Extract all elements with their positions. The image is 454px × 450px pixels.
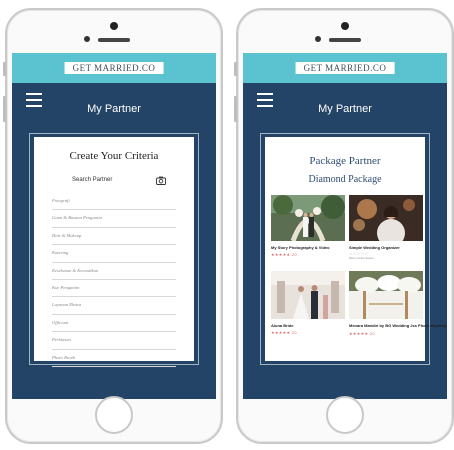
partner-rating: ★★★★★ 20	[271, 330, 297, 335]
criteria-item-layanan-ekstra[interactable]: Layanan Ekstra	[52, 297, 176, 315]
brand-bar: GET MARRIED.CO	[12, 53, 216, 83]
phone-screen-criteria: GET MARRIED.CO My Partner Create Your Cr…	[12, 53, 216, 399]
package-title: Package Partner	[309, 155, 381, 167]
criteria-title: Create Your Criteria	[69, 150, 159, 162]
package-card: Package Partner Diamond Package My Story…	[265, 137, 447, 361]
package-subtitle: Diamond Package	[308, 174, 382, 185]
criteria-item-kesehatan[interactable]: Kesehatan & Kecantikan	[52, 263, 176, 280]
partner-card-3[interactable]: Aluna Bride ★★★★★ 20	[271, 271, 345, 337]
criteria-item-hair-makeup[interactable]: Hair & Makeup	[52, 228, 176, 246]
phone-side-button	[234, 62, 237, 76]
partner-photo	[349, 195, 423, 241]
screen-title: My Partner	[87, 103, 141, 115]
criteria-item-gaun-busana[interactable]: Gaun & Busana Pengantin	[52, 210, 176, 228]
criteria-item-fotografi[interactable]: Fotografi	[52, 193, 176, 211]
brand-logo: GET MARRIED.CO	[295, 62, 395, 74]
partner-rating-note: Belum Ada Ulasan	[349, 256, 374, 260]
earpiece-speaker	[329, 38, 361, 42]
partner-name: Menara Mandiri by BG Wedding Jss Photo B…	[349, 323, 447, 328]
partner-name: My Story Photography & Video	[271, 245, 330, 250]
brand-logo: GET MARRIED.CO	[64, 62, 164, 74]
search-placeholder: Search Partner	[72, 177, 113, 183]
partner-rating: ★★★★★ 20	[349, 331, 375, 336]
front-camera-icon	[110, 22, 118, 30]
criteria-item-perhiasan[interactable]: Perhiasan	[52, 332, 176, 350]
criteria-item-katering[interactable]: Katering	[52, 245, 176, 263]
phone-screen-package: GET MARRIED.CO My Partner Package Partne…	[243, 53, 447, 399]
earpiece-speaker	[98, 38, 130, 42]
partner-photo	[271, 271, 345, 319]
home-button[interactable]	[326, 396, 364, 434]
phone-volume-button	[234, 96, 237, 122]
camera-icon[interactable]	[156, 176, 166, 185]
criteria-item-officiant[interactable]: Officiant	[52, 315, 176, 333]
partner-name: Simple Wedding Organizer	[349, 245, 400, 250]
partner-photo	[349, 271, 423, 319]
partner-photo	[271, 195, 345, 241]
phone-side-button	[3, 62, 6, 76]
partner-card-1[interactable]: My Story Photography & Video ★★★★★ 20	[271, 195, 345, 261]
partner-name: Aluna Bride	[271, 323, 294, 328]
criteria-list: Fotografi Gaun & Busana Pengantin Hair &…	[52, 193, 176, 367]
partner-card-4[interactable]: Menara Mandiri by BG Wedding Jss Photo B…	[349, 271, 447, 337]
search-partner-input[interactable]: Search Partner	[70, 176, 168, 188]
brand-bar: GET MARRIED.CO	[243, 53, 447, 83]
partner-card-2[interactable]: Simple Wedding Organizer ☆☆☆☆☆ Belum Ada…	[349, 195, 423, 261]
criteria-item-photo-booth[interactable]: Photo Booth	[52, 350, 176, 367]
criteria-item-kue-pengantin[interactable]: Kue Pengantin	[52, 280, 176, 298]
front-camera-icon	[341, 22, 349, 30]
partner-rating: ★★★★★ 20	[271, 252, 297, 257]
proximity-sensor	[315, 36, 321, 42]
criteria-card: Create Your Criteria Search Partner Foto…	[34, 137, 194, 367]
home-button[interactable]	[95, 396, 133, 434]
screen-title: My Partner	[318, 103, 372, 115]
proximity-sensor	[84, 36, 90, 42]
phone-right: GET MARRIED.CO My Partner Package Partne…	[234, 8, 454, 444]
phone-left: GET MARRIED.CO My Partner Create Your Cr…	[3, 8, 223, 444]
phone-volume-button	[3, 96, 6, 122]
